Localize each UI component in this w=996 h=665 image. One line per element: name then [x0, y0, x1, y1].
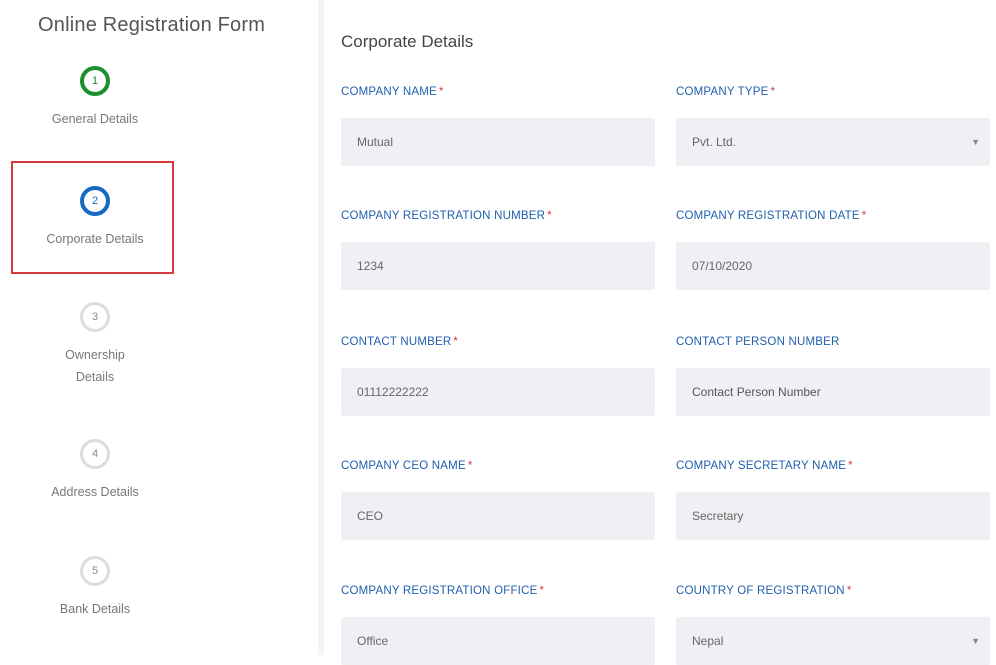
contact-number-field: CONTACT NUMBER * 01112222222: [341, 334, 655, 416]
reg-number-field: COMPANY REGISTRATION NUMBER * 1234: [341, 208, 655, 290]
step-address-details[interactable]: 4 Address Details: [0, 439, 190, 503]
ceo-name-label: COMPANY CEO NAME *: [341, 458, 655, 474]
company-type-label: COMPANY TYPE *: [676, 84, 990, 100]
reg-number-label: COMPANY REGISTRATION NUMBER *: [341, 208, 655, 224]
select-value: Pvt. Ltd.: [692, 135, 737, 149]
step-4-circle-icon: 4: [80, 439, 110, 469]
required-mark: *: [467, 460, 473, 472]
step-3-circle-icon: 3: [80, 302, 110, 332]
reg-number-input[interactable]: 1234: [341, 242, 655, 290]
label-text: COMPANY TYPE: [676, 86, 769, 98]
stepper-sidebar: Online Registration Form 1 General Detai…: [0, 0, 318, 655]
required-mark: *: [547, 210, 552, 222]
reg-office-field: COMPANY REGISTRATION OFFICE * Office: [341, 583, 655, 665]
company-name-field: COMPANY NAME * Mutual: [341, 84, 655, 166]
step-1-circle-icon: 1: [80, 66, 110, 96]
ceo-name-field: COMPANY CEO NAME * CEO: [341, 458, 655, 540]
contact-number-label: CONTACT NUMBER *: [341, 334, 655, 350]
section-title: Corporate Details: [341, 32, 474, 51]
step-label: Ownership Details: [65, 348, 125, 384]
country-select[interactable]: Nepal ▼: [676, 617, 990, 665]
label-text: CONTACT NUMBER: [341, 336, 452, 348]
required-mark: *: [453, 336, 459, 348]
country-field: COUNTRY OF REGISTRATION * Nepal ▼: [676, 583, 990, 665]
reg-date-field: COMPANY REGISTRATION DATE * 07/10/2020: [676, 208, 990, 290]
label-text: COMPANY NAME: [341, 86, 437, 98]
step-5-circle-icon: 5: [80, 556, 110, 586]
dropdown-caret-icon: ▼: [971, 636, 980, 646]
company-name-label: COMPANY NAME *: [341, 84, 655, 100]
label-text: COMPANY REGISTRATION OFFICE: [341, 585, 538, 597]
required-mark: *: [848, 460, 853, 472]
company-type-select[interactable]: Pvt. Ltd. ▼: [676, 118, 990, 166]
required-mark: *: [539, 585, 545, 597]
label-text: COMPANY REGISTRATION DATE: [676, 210, 860, 222]
secretary-name-label: COMPANY SECRETARY NAME *: [676, 458, 990, 474]
corporate-details-panel: Corporate Details COMPANY NAME * Mutual C…: [324, 0, 996, 665]
step-general-details[interactable]: 1 General Details: [0, 66, 190, 130]
contact-number-input[interactable]: 01112222222: [341, 368, 655, 416]
step-label: Address Details: [51, 485, 139, 499]
required-mark: *: [438, 86, 444, 98]
contact-person-number-input[interactable]: Contact Person Number: [676, 368, 990, 416]
active-step-highlight: [11, 161, 174, 274]
select-value: Nepal: [692, 634, 724, 648]
ceo-name-input[interactable]: CEO: [341, 492, 655, 540]
step-ownership-details[interactable]: 3 Ownership Details: [0, 302, 190, 388]
required-mark: *: [861, 210, 867, 222]
secretary-name-field: COMPANY SECRETARY NAME * Secretary: [676, 458, 990, 540]
label-text: COMPANY CEO NAME: [341, 460, 466, 472]
reg-office-label: COMPANY REGISTRATION OFFICE *: [341, 583, 655, 599]
dropdown-caret-icon: ▼: [971, 137, 980, 147]
company-type-field: COMPANY TYPE * Pvt. Ltd. ▼: [676, 84, 990, 166]
required-mark: *: [770, 86, 776, 98]
country-label: COUNTRY OF REGISTRATION *: [676, 583, 990, 599]
form-title: Online Registration Form: [38, 14, 266, 36]
secretary-name-input[interactable]: Secretary: [676, 492, 990, 540]
step-bank-details[interactable]: 5 Bank Details: [0, 556, 190, 620]
step-label: Bank Details: [59, 602, 131, 616]
contact-person-number-field: CONTACT PERSON NUMBER Contact Person Num…: [676, 334, 990, 416]
step-label: General Details: [51, 112, 139, 126]
reg-office-input[interactable]: Office: [341, 617, 655, 665]
label-text: COUNTRY OF REGISTRATION: [676, 585, 845, 597]
reg-date-label: COMPANY REGISTRATION DATE *: [676, 208, 990, 224]
company-name-input[interactable]: Mutual: [341, 118, 655, 166]
label-text: COMPANY SECRETARY NAME: [676, 460, 847, 472]
label-text: COMPANY REGISTRATION NUMBER: [341, 210, 546, 222]
required-mark: *: [846, 585, 852, 597]
reg-date-input[interactable]: 07/10/2020: [676, 242, 990, 290]
contact-person-number-label: CONTACT PERSON NUMBER: [676, 336, 840, 348]
